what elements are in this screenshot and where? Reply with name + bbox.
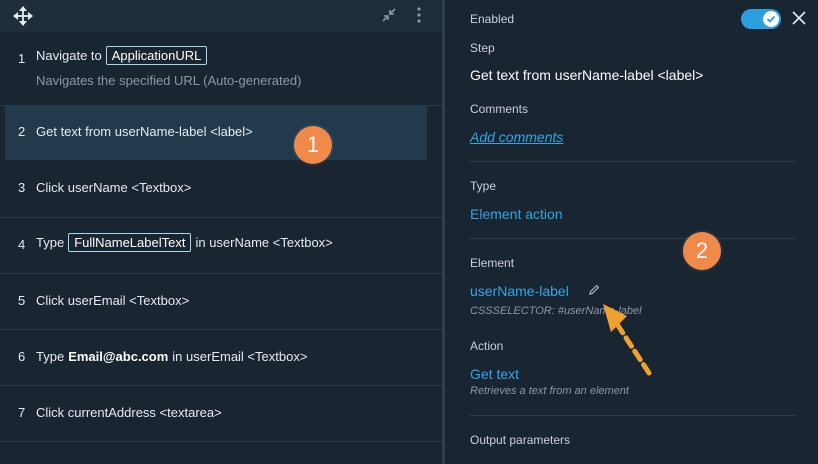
step-action: Type bbox=[36, 349, 65, 364]
output-parameters-label: Output parameters bbox=[470, 433, 571, 447]
step-target: in userName <Textbox> bbox=[195, 235, 333, 250]
step-parameter-chip[interactable]: FullNameLabelText bbox=[68, 233, 192, 252]
step-number: 4 bbox=[18, 237, 26, 252]
annotation-arrow-icon bbox=[597, 300, 657, 378]
divider bbox=[470, 161, 795, 162]
step-text: Click userEmail <Textbox> bbox=[36, 293, 190, 308]
step-text: Type Email@abc.com in userEmail <Textbox… bbox=[36, 349, 307, 364]
step-number: 1 bbox=[18, 51, 26, 66]
action-value[interactable]: Get text bbox=[470, 366, 519, 382]
step-number: 5 bbox=[18, 293, 26, 308]
move-icon[interactable] bbox=[12, 6, 34, 26]
step-details-panel: Enabled Step Get text from userName-labe… bbox=[445, 0, 818, 464]
action-description: Retrieves a text from an element bbox=[470, 385, 629, 397]
element-label: Element bbox=[470, 256, 515, 270]
steps-toolbar bbox=[0, 0, 442, 32]
step-text: Navigate to ApplicationURL bbox=[36, 46, 211, 65]
step-label: Step bbox=[470, 41, 495, 55]
type-label: Type bbox=[470, 179, 497, 193]
close-icon[interactable] bbox=[791, 10, 807, 26]
add-comments-link[interactable]: Add comments bbox=[470, 129, 563, 145]
step-row[interactable]: 5 Click userEmail <Textbox> bbox=[0, 274, 442, 330]
step-number: 3 bbox=[18, 180, 26, 195]
step-action: Navigate to bbox=[36, 48, 102, 63]
divider bbox=[470, 238, 795, 239]
step-action: Type bbox=[36, 235, 65, 250]
step-text: Get text from userName-label <label> bbox=[36, 124, 253, 139]
step-text: Click userName <Textbox> bbox=[36, 180, 192, 195]
step-number: 7 bbox=[18, 405, 26, 420]
step-row[interactable]: 3 Click userName <Textbox> bbox=[0, 161, 442, 218]
annotation-badge-2: 2 bbox=[683, 232, 721, 270]
step-number: 6 bbox=[18, 349, 26, 364]
step-title: Get text from userName-label <label> bbox=[470, 67, 704, 83]
step-description: Navigates the specified URL (Auto-genera… bbox=[36, 73, 302, 88]
step-row[interactable]: 7 Click currentAddress <textarea> bbox=[0, 386, 442, 442]
annotation-badge-1: 1 bbox=[294, 126, 332, 164]
step-text: Type FullNameLabelText in userName <Text… bbox=[36, 233, 333, 252]
step-row-selected[interactable]: 2 Get text from userName-label <label> bbox=[5, 106, 427, 160]
divider bbox=[470, 415, 795, 416]
action-label: Action bbox=[470, 339, 504, 353]
comments-label: Comments bbox=[470, 102, 529, 116]
element-value-link[interactable]: userName-label bbox=[470, 283, 569, 299]
enabled-label: Enabled bbox=[470, 12, 515, 26]
steps-panel: 1 Navigate to ApplicationURL Navigates t… bbox=[0, 0, 442, 464]
step-row[interactable]: 4 Type FullNameLabelText in userName <Te… bbox=[0, 218, 442, 274]
collapse-icon[interactable] bbox=[380, 6, 398, 24]
step-target: in userEmail <Textbox> bbox=[172, 349, 308, 364]
more-icon[interactable] bbox=[412, 6, 426, 24]
pencil-icon[interactable] bbox=[587, 283, 601, 297]
step-row[interactable]: 1 Navigate to ApplicationURL Navigates t… bbox=[0, 32, 442, 106]
step-row[interactable]: 6 Type Email@abc.com in userEmail <Textb… bbox=[0, 330, 442, 386]
type-value[interactable]: Element action bbox=[470, 206, 563, 222]
step-text: Click currentAddress <textarea> bbox=[36, 405, 222, 420]
step-value: Email@abc.com bbox=[68, 349, 169, 364]
enabled-toggle[interactable] bbox=[741, 9, 781, 29]
step-parameter-chip[interactable]: ApplicationURL bbox=[105, 46, 208, 65]
step-number: 2 bbox=[18, 124, 26, 139]
check-icon bbox=[763, 11, 779, 27]
